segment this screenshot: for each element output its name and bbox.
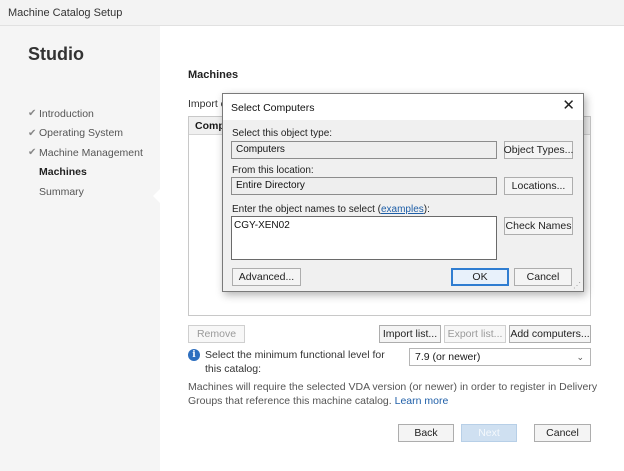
resize-grip[interactable]: ⋰ bbox=[573, 281, 581, 290]
step-summary: Summary bbox=[28, 182, 143, 202]
back-button[interactable]: Back bbox=[398, 424, 454, 442]
step-label: Machine Management bbox=[39, 146, 143, 159]
notice-text: Machines will require the selected VDA v… bbox=[188, 381, 598, 407]
ok-button[interactable]: OK bbox=[451, 268, 509, 286]
functional-level-value: 7.9 (or newer) bbox=[415, 351, 481, 363]
window-titlebar: Machine Catalog Setup bbox=[0, 0, 624, 26]
names-label-prefix: Enter the object names to select ( bbox=[232, 204, 381, 215]
locations-button[interactable]: Locations... bbox=[504, 177, 573, 195]
object-type-field: Computers bbox=[231, 141, 497, 159]
wizard-sidebar bbox=[0, 26, 160, 471]
app-name: Studio bbox=[28, 44, 84, 64]
remove-button[interactable]: Remove bbox=[188, 325, 245, 343]
vda-notice: Machines will require the selected VDA v… bbox=[188, 380, 598, 408]
add-computers-button[interactable]: Add computers... bbox=[509, 325, 591, 343]
step-label: Introduction bbox=[39, 107, 94, 120]
import-instructions: Import c bbox=[188, 98, 226, 110]
page-title: Machines bbox=[188, 69, 239, 81]
cancel-button[interactable]: Cancel bbox=[534, 424, 591, 442]
import-list-button[interactable]: Import list... bbox=[379, 325, 441, 343]
next-button[interactable]: Next bbox=[461, 424, 517, 442]
step-operating-system[interactable]: ✔ Operating System bbox=[28, 124, 143, 144]
step-label: Summary bbox=[39, 185, 84, 198]
object-names-input[interactable]: CGY-XEN02 bbox=[231, 216, 497, 260]
advanced-button[interactable]: Advanced... bbox=[232, 268, 301, 286]
dialog-title: Select Computers bbox=[231, 102, 315, 114]
info-icon: i bbox=[188, 349, 200, 361]
check-names-button[interactable]: Check Names bbox=[504, 217, 573, 235]
object-types-button[interactable]: Object Types... bbox=[504, 141, 573, 159]
export-list-button[interactable]: Export list... bbox=[444, 325, 506, 343]
object-type-label: Select this object type: bbox=[232, 128, 333, 139]
checkmark-icon: ✔ bbox=[28, 127, 37, 139]
close-icon[interactable]: ✕ bbox=[562, 98, 575, 114]
step-machine-management[interactable]: ✔ Machine Management bbox=[28, 143, 143, 163]
step-label: Operating System bbox=[39, 127, 124, 140]
location-label: From this location: bbox=[232, 165, 314, 176]
step-machines: Machines bbox=[28, 163, 143, 183]
functional-level-select[interactable]: 7.9 (or newer) ⌄ bbox=[409, 348, 591, 366]
examples-link[interactable]: examples bbox=[381, 204, 424, 215]
object-names-label: Enter the object names to select (exampl… bbox=[232, 204, 430, 215]
checkmark-icon: ✔ bbox=[28, 108, 37, 120]
active-step-pointer bbox=[153, 188, 161, 204]
location-field: Entire Directory bbox=[231, 177, 497, 195]
step-label: Machines bbox=[39, 166, 87, 179]
step-introduction[interactable]: ✔ Introduction bbox=[28, 104, 143, 124]
learn-more-link[interactable]: Learn more bbox=[395, 395, 449, 407]
chevron-down-icon: ⌄ bbox=[576, 352, 584, 362]
functional-level-label: Select the minimum functional level for … bbox=[205, 349, 385, 375]
window-title: Machine Catalog Setup bbox=[8, 7, 123, 19]
dialog-titlebar: Select Computers ✕ bbox=[223, 94, 583, 120]
checkmark-icon: ✔ bbox=[28, 147, 37, 159]
names-label-suffix: ): bbox=[423, 204, 430, 215]
wizard-steps: ✔ Introduction ✔ Operating System ✔ Machine… bbox=[28, 104, 143, 202]
dialog-cancel-button[interactable]: Cancel bbox=[514, 268, 572, 286]
